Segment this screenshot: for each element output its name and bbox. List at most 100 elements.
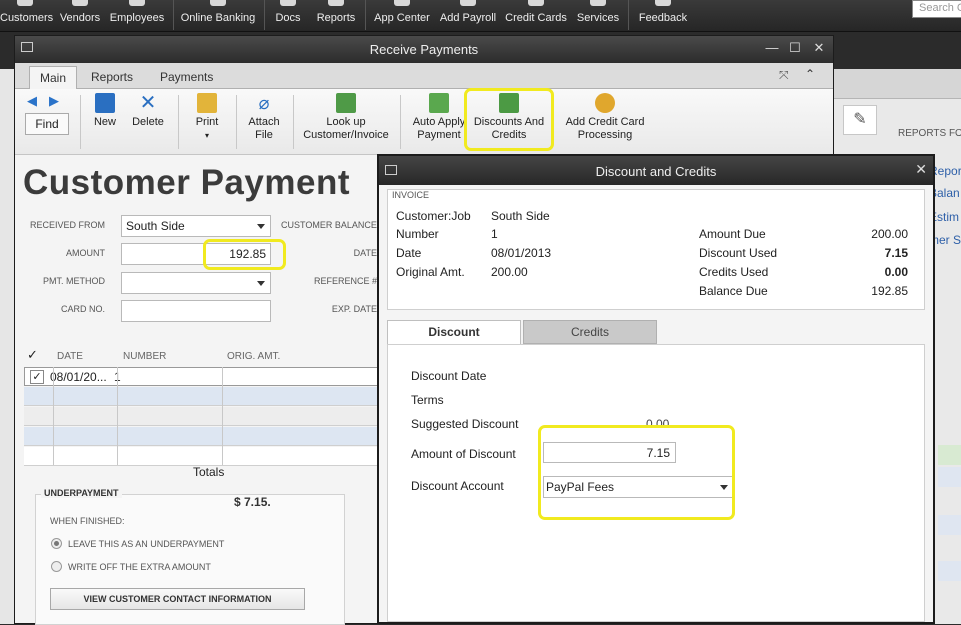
leave-underpayment-label[interactable]: LEAVE THIS AS AN UNDERPAYMENT bbox=[68, 539, 224, 549]
auto-apply-payment-button[interactable]: Auto Apply Payment bbox=[407, 93, 471, 142]
date-value: 08/01/2013 bbox=[491, 246, 552, 260]
toolbar-feedback-button[interactable]: Feedback bbox=[634, 0, 692, 30]
reference-label: REFERENCE # bbox=[313, 276, 377, 286]
table-row[interactable] bbox=[24, 447, 383, 466]
tab-reports[interactable]: Reports bbox=[81, 66, 143, 89]
customer-job-value: South Side bbox=[491, 209, 550, 223]
toolbar-employees-button[interactable]: Employees bbox=[108, 0, 166, 30]
discount-panel: Discount Date Terms Suggested Discount 0… bbox=[387, 344, 925, 622]
new-document-icon bbox=[95, 93, 115, 113]
invoice-section-label: INVOICE bbox=[392, 190, 430, 200]
tab-main[interactable]: Main bbox=[29, 66, 78, 89]
tab-credits[interactable]: Credits bbox=[523, 320, 657, 344]
suggested-discount-label: Suggested Discount bbox=[411, 417, 519, 431]
table-row[interactable] bbox=[24, 407, 383, 426]
expand-icon[interactable]: ⤧ bbox=[779, 68, 789, 83]
close-icon[interactable]: ✕ bbox=[915, 161, 927, 178]
table-row[interactable] bbox=[24, 387, 383, 406]
close-icon[interactable]: ✕ bbox=[811, 40, 827, 56]
discount-date-label: Discount Date bbox=[411, 369, 487, 383]
app-search-input[interactable]: Search C bbox=[912, 0, 961, 18]
grid-divider bbox=[53, 367, 54, 465]
services-icon bbox=[590, 0, 606, 6]
chevron-down-icon bbox=[257, 224, 265, 229]
edit-pencil-icon[interactable]: ✎ bbox=[843, 105, 877, 135]
next-arrow-icon[interactable]: ▶ bbox=[49, 93, 59, 109]
toolbar-customers-button[interactable]: Customers bbox=[0, 0, 53, 30]
collapse-ribbon-icon[interactable]: ⌃ bbox=[805, 67, 815, 81]
write-off-radio[interactable] bbox=[51, 561, 62, 572]
original-amount-label: Original Amt. bbox=[396, 265, 465, 279]
balance-due-label: Balance Due bbox=[699, 284, 768, 298]
toolbar-online-banking-button[interactable]: Online Banking bbox=[178, 0, 258, 30]
tab-payments[interactable]: Payments bbox=[150, 66, 223, 89]
terms-label: Terms bbox=[411, 393, 444, 407]
discount-account-label: Discount Account bbox=[411, 479, 504, 493]
column-header-number[interactable]: NUMBER bbox=[123, 351, 166, 362]
column-header-date[interactable]: DATE bbox=[57, 351, 83, 362]
reports-for-label: REPORTS FOR bbox=[898, 128, 961, 139]
toolbar-docs-button[interactable]: Docs bbox=[270, 0, 306, 30]
feedback-icon bbox=[655, 0, 671, 6]
write-off-label[interactable]: WRITE OFF THE EXTRA AMOUNT bbox=[68, 562, 211, 572]
new-button[interactable]: New bbox=[89, 93, 121, 129]
received-from-dropdown[interactable]: South Side bbox=[121, 215, 271, 237]
window-title: Receive Payments bbox=[369, 42, 479, 57]
table-row[interactable]: ✓ 08/01/20... 1 bbox=[24, 367, 383, 386]
ribbon-divider bbox=[236, 95, 237, 149]
receive-payments-titlebar: Receive Payments — ☐ ✕ bbox=[15, 36, 833, 63]
minimize-icon[interactable]: — bbox=[764, 40, 780, 55]
delete-button[interactable]: ✕ Delete bbox=[128, 93, 168, 129]
toolbar-vendors-button[interactable]: Vendors bbox=[56, 0, 104, 30]
row-checkbox-check-icon[interactable]: ✓ bbox=[30, 370, 44, 384]
grid-divider bbox=[117, 367, 118, 465]
print-dropdown-icon: ▾ bbox=[204, 131, 209, 140]
view-customer-contact-button[interactable]: VIEW CUSTOMER CONTACT INFORMATION bbox=[50, 588, 305, 610]
window-title: Discount and Credits bbox=[595, 164, 717, 179]
toolbar-credit-cards-button[interactable]: Credit Cards bbox=[503, 0, 569, 30]
date-label: Date bbox=[396, 246, 422, 260]
card-number-field[interactable] bbox=[121, 300, 271, 322]
toolbar-app-center-button[interactable]: App Center bbox=[370, 0, 434, 30]
expiry-date-label: EXP. DATE bbox=[331, 304, 377, 314]
add-payroll-icon bbox=[460, 0, 476, 6]
table-row[interactable] bbox=[24, 427, 383, 446]
maximize-icon[interactable]: ☐ bbox=[787, 40, 803, 56]
payment-method-label: PMT. METHOD bbox=[43, 276, 105, 286]
ribbon-divider bbox=[400, 95, 401, 149]
discount-credits-window: Discount and Credits ✕ INVOICE Customer:… bbox=[377, 154, 935, 624]
grid-divider bbox=[222, 367, 223, 465]
column-header-orig-amt[interactable]: ORIG. AMT. bbox=[227, 351, 280, 362]
find-button[interactable]: Find bbox=[25, 113, 69, 135]
highlight-discounts-credits bbox=[464, 88, 554, 151]
toolbar-services-button[interactable]: Services bbox=[573, 0, 623, 30]
discount-used-label: Discount Used bbox=[699, 246, 778, 260]
underpayment-panel: UNDERPAYMENT $ 7.15. WHEN FINISHED: LEAV… bbox=[35, 488, 345, 625]
delete-x-icon: ✕ bbox=[139, 92, 157, 114]
number-value: 1 bbox=[491, 227, 498, 241]
date-label: DATE bbox=[353, 248, 377, 258]
look-up-customer-invoice-button[interactable]: Look up Customer/Invoice bbox=[299, 93, 393, 142]
leave-underpayment-radio[interactable] bbox=[51, 538, 62, 549]
credits-used-value: 0.00 bbox=[884, 265, 908, 279]
add-credit-card-processing-button[interactable]: Add Credit Card Processing bbox=[560, 93, 650, 142]
print-button[interactable]: Print ▾ bbox=[187, 93, 227, 142]
previous-arrow-icon[interactable]: ◀ bbox=[27, 93, 37, 109]
toolbar-add-payroll-button[interactable]: Add Payroll bbox=[437, 0, 499, 30]
payment-method-dropdown[interactable] bbox=[121, 272, 271, 294]
balance-due-value: 192.85 bbox=[871, 284, 908, 298]
ribbon-tabs: Main Reports Payments ⤧ ⌃ bbox=[15, 63, 833, 89]
select-all-check-icon[interactable]: ✓ bbox=[27, 347, 38, 363]
received-from-label: RECEIVED FROM bbox=[29, 220, 105, 230]
number-label: Number bbox=[396, 227, 439, 241]
page-title: Customer Payment bbox=[23, 163, 350, 202]
background-tab-strip bbox=[833, 69, 961, 99]
background-row bbox=[938, 467, 961, 487]
highlight-discount-entry bbox=[538, 425, 735, 520]
attach-file-button[interactable]: ⌀ Attach File bbox=[242, 93, 286, 142]
toolbar-reports-button[interactable]: Reports bbox=[313, 0, 359, 30]
tab-discount[interactable]: Discount bbox=[387, 320, 521, 344]
card-number-label: CARD NO. bbox=[60, 304, 105, 314]
printer-icon bbox=[197, 93, 217, 113]
background-left-panel bbox=[0, 69, 14, 624]
